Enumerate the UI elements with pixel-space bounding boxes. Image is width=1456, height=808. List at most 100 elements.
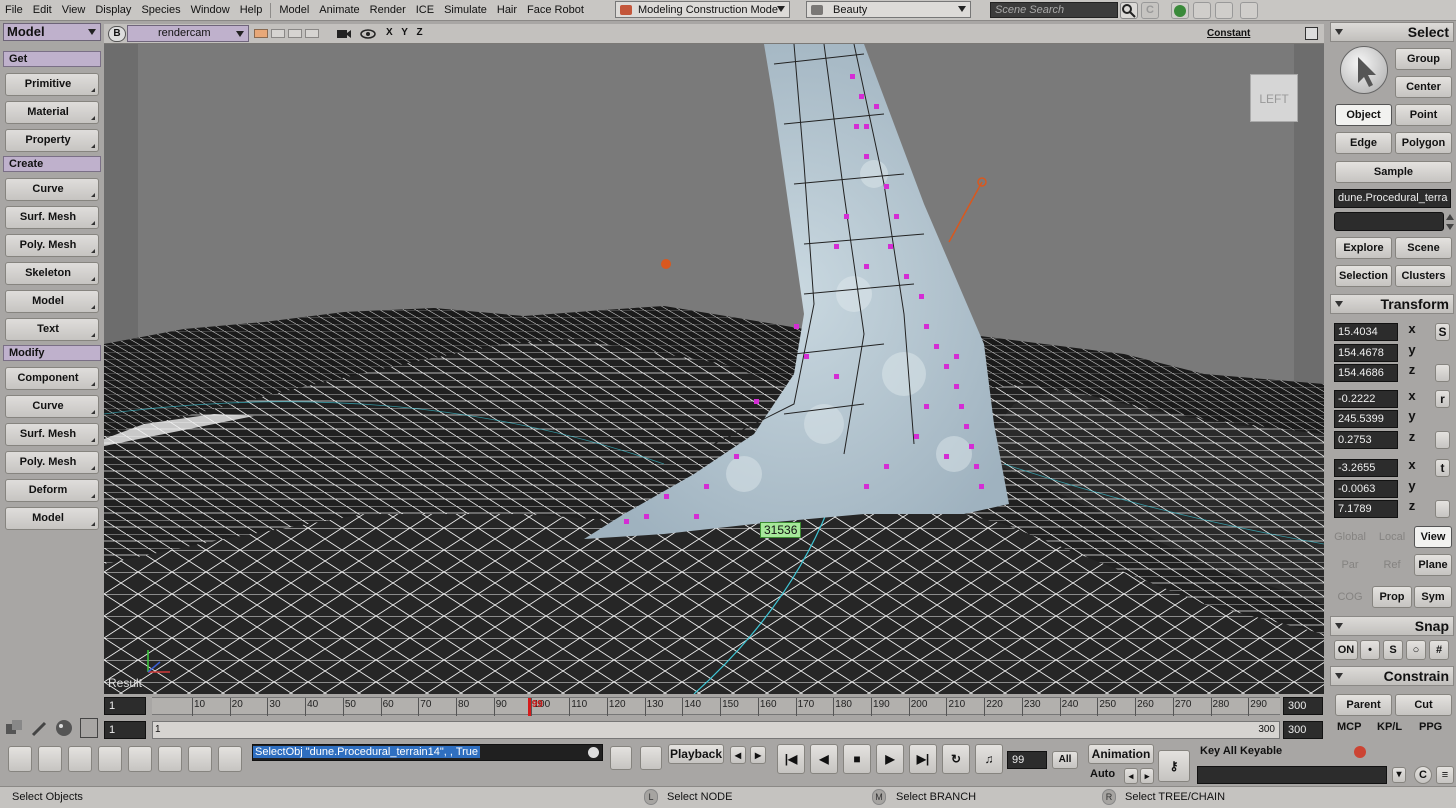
tab-kpl[interactable]: KP/L xyxy=(1377,721,1402,733)
viewport-b-badge[interactable]: B xyxy=(108,26,126,42)
eye-icon[interactable] xyxy=(360,27,376,41)
all-frames-button[interactable]: All xyxy=(1052,751,1078,769)
create-surf-mesh-button[interactable]: Surf. Mesh xyxy=(5,206,99,229)
axis-z-label[interactable]: z xyxy=(1404,362,1420,377)
scale-z-field[interactable]: 154.4686 xyxy=(1334,364,1398,382)
rotate-lock-icon[interactable] xyxy=(1435,431,1450,449)
clear-key-icon[interactable]: C xyxy=(1414,766,1432,784)
create-skeleton-button[interactable]: Skeleton xyxy=(5,262,99,285)
stop-icon[interactable]: ■ xyxy=(843,744,871,774)
transform-panel-title[interactable]: Transform xyxy=(1330,294,1454,314)
selection-button[interactable]: Selection xyxy=(1335,265,1392,287)
audio-icon[interactable]: ♫ xyxy=(975,744,1003,774)
tool-icon-4[interactable] xyxy=(1240,2,1258,19)
explore-button[interactable]: Explore xyxy=(1335,237,1392,259)
create-model-button[interactable]: Model xyxy=(5,290,99,313)
axis-x-label[interactable]: x xyxy=(1404,388,1420,403)
menu-window[interactable]: Window xyxy=(186,4,235,16)
layout-6-icon[interactable] xyxy=(158,746,182,772)
chevron-down-icon[interactable] xyxy=(588,747,599,758)
net-view-icon[interactable] xyxy=(1171,2,1189,19)
modify-component-button[interactable]: Component xyxy=(5,367,99,390)
snap-panel-title[interactable]: Snap xyxy=(1330,616,1454,636)
camera-icon[interactable] xyxy=(336,27,352,41)
axis-toggle-xyz[interactable]: X Y Z xyxy=(386,27,426,38)
get-material-button[interactable]: Material xyxy=(5,101,99,124)
snap-grid-icon[interactable]: # xyxy=(1429,640,1449,660)
ref-ref-button[interactable]: Ref xyxy=(1372,554,1412,576)
timeline-ruler[interactable]: 10 20 30 40 50 60 70 80 90 100 110 120 130 140 150 160 1… xyxy=(152,697,1280,716)
panel-toggle-icon[interactable] xyxy=(80,718,98,738)
get-property-button[interactable]: Property xyxy=(5,129,99,152)
select-object-button[interactable]: Object xyxy=(1335,104,1392,126)
section-create[interactable]: Create xyxy=(3,156,101,172)
selected-object-field[interactable]: dune.Procedural_terra xyxy=(1334,189,1451,208)
snap-surface-icon[interactable]: ○ xyxy=(1406,640,1426,660)
rotate-y-field[interactable]: 245.5399 xyxy=(1334,410,1398,428)
get-primitive-button[interactable]: Primitive xyxy=(5,73,99,96)
axis-x-label[interactable]: x xyxy=(1404,457,1420,472)
current-frame-field[interactable]: 99 xyxy=(1007,751,1047,769)
clear-search-icon[interactable]: C xyxy=(1141,2,1159,19)
scale-lock-icon[interactable] xyxy=(1435,364,1450,382)
section-modify[interactable]: Modify xyxy=(3,345,101,361)
scale-y-field[interactable]: 154.4678 xyxy=(1334,344,1398,362)
translate-lock-icon[interactable] xyxy=(1435,500,1450,518)
range-slider[interactable]: 1 300 xyxy=(152,721,1280,739)
camera-dropdown[interactable]: rendercam xyxy=(127,25,249,42)
layout-5-icon[interactable] xyxy=(128,746,152,772)
layout-3-icon[interactable] xyxy=(68,746,92,772)
select-edge-button[interactable]: Edge xyxy=(1335,132,1392,154)
axis-y-label[interactable]: y xyxy=(1404,478,1420,493)
cut-button[interactable]: Cut xyxy=(1395,694,1452,716)
play-forward-icon[interactable]: ▶ xyxy=(876,744,904,774)
keying-set-icon[interactable] xyxy=(1352,744,1368,760)
select-center-button[interactable]: Center xyxy=(1395,76,1452,98)
ref-view-button[interactable]: View xyxy=(1414,526,1452,548)
module-hair[interactable]: Hair xyxy=(492,4,522,16)
modify-surf-mesh-button[interactable]: Surf. Mesh xyxy=(5,423,99,446)
module-simulate[interactable]: Simulate xyxy=(439,4,492,16)
scene-search-input[interactable]: Scene Search xyxy=(990,2,1118,18)
memo-cam-4-icon[interactable] xyxy=(305,29,319,38)
tab-mcp[interactable]: MCP xyxy=(1337,721,1361,733)
key-icon[interactable]: ⚷ xyxy=(1158,750,1190,782)
cog-button[interactable]: COG xyxy=(1330,586,1370,608)
tool-icon-3[interactable] xyxy=(1215,2,1233,19)
menu-file[interactable]: File xyxy=(0,4,28,16)
translate-x-field[interactable]: -3.2655 xyxy=(1334,459,1398,477)
last-frame-icon[interactable]: ▶| xyxy=(909,744,937,774)
clusters-button[interactable]: Clusters xyxy=(1395,265,1452,287)
layout-4-icon[interactable] xyxy=(98,746,122,772)
auto-key-toggle[interactable]: Auto xyxy=(1090,768,1115,780)
select-panel-title[interactable]: Select xyxy=(1330,22,1454,42)
maximize-viewport-icon[interactable] xyxy=(1305,27,1318,40)
menu-display[interactable]: Display xyxy=(90,4,136,16)
shading-mode-menu[interactable]: Constant xyxy=(1207,28,1250,39)
animation-menu-button[interactable]: Animation xyxy=(1088,744,1154,764)
scene-render[interactable] xyxy=(104,44,1324,694)
rotate-z-field[interactable]: 0.2753 xyxy=(1334,431,1398,449)
module-dropdown[interactable]: Model xyxy=(3,23,101,41)
axis-z-label[interactable]: z xyxy=(1404,429,1420,444)
timeline-start-field[interactable]: 1 xyxy=(104,697,146,715)
module-animate[interactable]: Animate xyxy=(314,4,364,16)
script-editor-icon[interactable] xyxy=(610,746,632,770)
create-poly-mesh-button[interactable]: Poly. Mesh xyxy=(5,234,99,257)
search-icon[interactable] xyxy=(1120,2,1138,19)
next-key-icon[interactable]: ▸ xyxy=(750,746,766,764)
timeline-end-field[interactable]: 300 xyxy=(1283,697,1323,715)
render-pass-dropdown[interactable]: Beauty xyxy=(806,1,971,18)
rotate-toggle[interactable]: r xyxy=(1435,390,1450,408)
layout-1-icon[interactable] xyxy=(8,746,32,772)
scale-x-field[interactable]: 15.4034 xyxy=(1334,323,1398,341)
menu-edit[interactable]: Edit xyxy=(28,4,57,16)
command-line-input[interactable]: SelectObj "dune.Procedural_terrain14", ,… xyxy=(252,744,603,761)
axis-z-label[interactable]: z xyxy=(1404,498,1420,513)
memo-cam-3-icon[interactable] xyxy=(288,29,302,38)
scene-button[interactable]: Scene xyxy=(1395,237,1452,259)
menu-view[interactable]: View xyxy=(57,4,91,16)
menu-help[interactable]: Help xyxy=(235,4,268,16)
select-sample-button[interactable]: Sample xyxy=(1335,161,1452,183)
palette-icon[interactable] xyxy=(54,718,74,738)
